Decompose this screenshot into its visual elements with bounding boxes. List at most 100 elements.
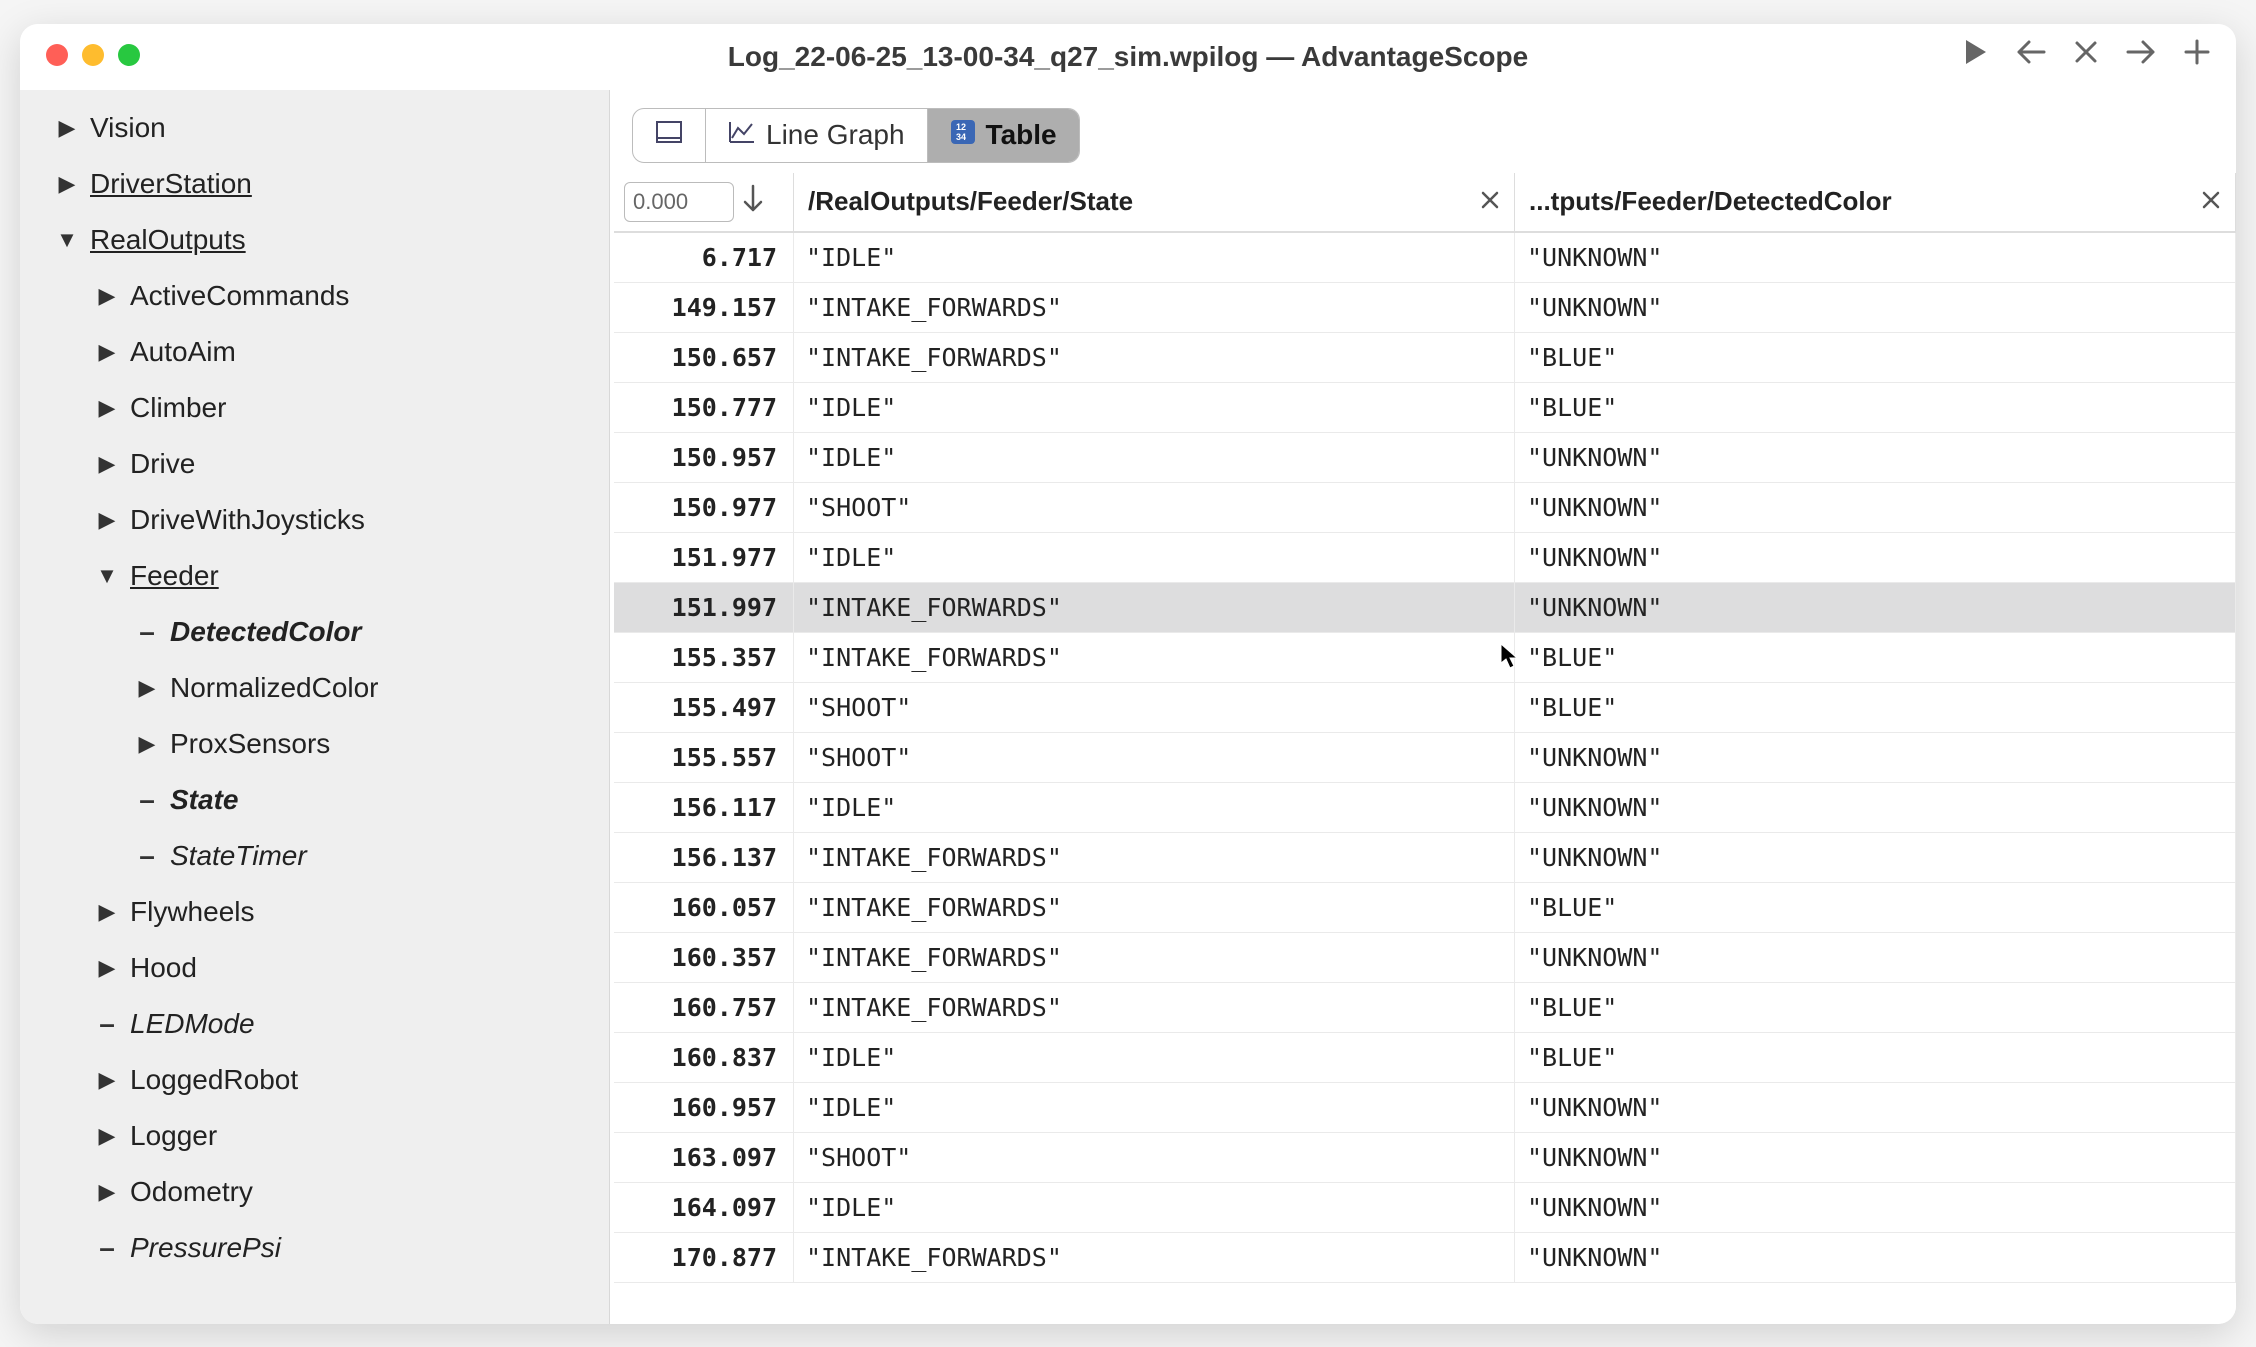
tree-item-pressurepsi[interactable]: –PressurePsi (20, 1220, 609, 1276)
back-button[interactable] (2016, 39, 2046, 65)
column-header-1[interactable]: ...tputs/Feeder/DetectedColor (1515, 173, 2236, 231)
tree-item-driverstation[interactable]: ▶DriverStation (20, 156, 609, 212)
tree-item-vision[interactable]: ▶Vision (20, 100, 609, 156)
tree-item-drivewithjoysticks[interactable]: ▶DriveWithJoysticks (20, 492, 609, 548)
tree-item-feeder[interactable]: ▼Feeder (20, 548, 609, 604)
minimize-window-button[interactable] (82, 44, 104, 66)
tree-item-climber[interactable]: ▶Climber (20, 380, 609, 436)
table-row[interactable]: 150.977"SHOOT""UNKNOWN" (614, 483, 2236, 533)
tree-item-detectedcolor[interactable]: –DetectedColor (20, 604, 609, 660)
cell-value: "IDLE" (794, 383, 1515, 432)
tree-item-ledmode[interactable]: –LEDMode (20, 996, 609, 1052)
close-tab-button[interactable] (2074, 40, 2098, 64)
tree-item-activecommands[interactable]: ▶ActiveCommands (20, 268, 609, 324)
table-body[interactable]: 6.717"IDLE""UNKNOWN"149.157"INTAKE_FORWA… (614, 233, 2236, 1283)
close-icon (1480, 190, 1500, 210)
tree-item-logger[interactable]: ▶Logger (20, 1108, 609, 1164)
cell-value: "UNKNOWN" (1515, 433, 2236, 482)
tree-item-odometry[interactable]: ▶Odometry (20, 1164, 609, 1220)
disclosure-closed-icon: ▶ (94, 955, 120, 981)
leaf-marker-icon: – (134, 784, 160, 816)
table-row[interactable]: 160.757"INTAKE_FORWARDS""BLUE" (614, 983, 2236, 1033)
cell-value: "INTAKE_FORWARDS" (794, 883, 1515, 932)
cell-time: 170.877 (614, 1233, 794, 1282)
cell-value: "UNKNOWN" (1515, 833, 2236, 882)
table-row[interactable]: 156.137"INTAKE_FORWARDS""UNKNOWN" (614, 833, 2236, 883)
tab-table[interactable]: 1234Table (928, 109, 1079, 162)
table-row[interactable]: 149.157"INTAKE_FORWARDS""UNKNOWN" (614, 283, 2236, 333)
cell-value: "IDLE" (794, 1183, 1515, 1232)
disclosure-closed-icon: ▶ (54, 171, 80, 197)
table-row[interactable]: 160.837"IDLE""BLUE" (614, 1033, 2236, 1083)
cell-value: "SHOOT" (794, 1133, 1515, 1182)
tree-item-drive[interactable]: ▶Drive (20, 436, 609, 492)
play-icon (1964, 38, 1988, 66)
table-row[interactable]: 151.977"IDLE""UNKNOWN" (614, 533, 2236, 583)
cell-value: "IDLE" (794, 1033, 1515, 1082)
table-row[interactable]: 170.877"INTAKE_FORWARDS""UNKNOWN" (614, 1233, 2236, 1283)
remove-column-button[interactable] (2201, 186, 2221, 217)
sidebar[interactable]: ▶Vision▶DriverStation▼RealOutputs▶Active… (20, 90, 610, 1324)
tab-group: Line Graph1234Table (632, 108, 1080, 163)
zoom-window-button[interactable] (118, 44, 140, 66)
table-row[interactable]: 150.957"IDLE""UNKNOWN" (614, 433, 2236, 483)
tree-label: NormalizedColor (170, 672, 379, 704)
table-row[interactable]: 150.657"INTAKE_FORWARDS""BLUE" (614, 333, 2236, 383)
cell-value: "INTAKE_FORWARDS" (794, 583, 1515, 632)
table-header: /RealOutputs/Feeder/State...tputs/Feeder… (614, 173, 2236, 233)
disclosure-closed-icon: ▶ (94, 451, 120, 477)
table-row[interactable]: 163.097"SHOOT""UNKNOWN" (614, 1133, 2236, 1183)
add-tab-button[interactable] (2184, 39, 2210, 65)
table-row[interactable]: 164.097"IDLE""UNKNOWN" (614, 1183, 2236, 1233)
table-row[interactable]: 160.957"IDLE""UNKNOWN" (614, 1083, 2236, 1133)
cell-value: "UNKNOWN" (1515, 533, 2236, 582)
tree-item-proxsensors[interactable]: ▶ProxSensors (20, 716, 609, 772)
cell-time: 160.357 (614, 933, 794, 982)
remove-column-button[interactable] (1480, 186, 1500, 217)
tab-linegraph[interactable]: Line Graph (706, 109, 928, 162)
table-row[interactable]: 6.717"IDLE""UNKNOWN" (614, 233, 2236, 283)
cell-value: "UNKNOWN" (1515, 1133, 2236, 1182)
leaf-marker-icon: – (134, 840, 160, 872)
close-window-button[interactable] (46, 44, 68, 66)
column-header-0[interactable]: /RealOutputs/Feeder/State (794, 173, 1515, 231)
table-row[interactable]: 155.557"SHOOT""UNKNOWN" (614, 733, 2236, 783)
cell-value: "IDLE" (794, 783, 1515, 832)
table-row[interactable]: 155.357"INTAKE_FORWARDS""BLUE" (614, 633, 2236, 683)
title-actions (1964, 38, 2210, 66)
jump-to-time-button[interactable] (742, 184, 764, 219)
cell-value: "IDLE" (794, 433, 1515, 482)
main-panel: Line Graph1234Table /RealOutputs/Feeder/… (610, 90, 2236, 1324)
cell-value: "BLUE" (1515, 633, 2236, 682)
disclosure-closed-icon: ▶ (94, 339, 120, 365)
table-row[interactable]: 156.117"IDLE""UNKNOWN" (614, 783, 2236, 833)
cell-value: "UNKNOWN" (1515, 283, 2236, 332)
table-row[interactable]: 155.497"SHOOT""BLUE" (614, 683, 2236, 733)
table-row[interactable]: 150.777"IDLE""BLUE" (614, 383, 2236, 433)
cell-value: "UNKNOWN" (1515, 1083, 2236, 1132)
tree-item-autoaim[interactable]: ▶AutoAim (20, 324, 609, 380)
table-row[interactable]: 151.997"INTAKE_FORWARDS""UNKNOWN" (614, 583, 2236, 633)
cell-value: "UNKNOWN" (1515, 483, 2236, 532)
line-graph-icon (728, 120, 756, 151)
play-button[interactable] (1964, 38, 1988, 66)
table-row[interactable]: 160.357"INTAKE_FORWARDS""UNKNOWN" (614, 933, 2236, 983)
cell-value: "UNKNOWN" (1515, 233, 2236, 282)
disclosure-closed-icon: ▶ (94, 899, 120, 925)
table-row[interactable]: 160.057"INTAKE_FORWARDS""BLUE" (614, 883, 2236, 933)
forward-button[interactable] (2126, 39, 2156, 65)
column-headers: /RealOutputs/Feeder/State...tputs/Feeder… (794, 173, 2236, 231)
tree-item-state[interactable]: –State (20, 772, 609, 828)
tree-item-normalizedcolor[interactable]: ▶NormalizedColor (20, 660, 609, 716)
tree-item-realoutputs[interactable]: ▼RealOutputs (20, 212, 609, 268)
tree-item-loggedrobot[interactable]: ▶LoggedRobot (20, 1052, 609, 1108)
tab-odometry[interactable] (633, 109, 706, 162)
leaf-marker-icon: – (134, 616, 160, 648)
tree-item-flywheels[interactable]: ▶ Flywheels (20, 884, 609, 940)
cell-time: 160.837 (614, 1033, 794, 1082)
tree-item-statetimer[interactable]: –StateTimer (20, 828, 609, 884)
tree-label: Flywheels (130, 896, 254, 928)
tree-item-hood[interactable]: ▶Hood (20, 940, 609, 996)
time-input[interactable] (624, 182, 734, 222)
tab-label: Table (986, 119, 1057, 151)
